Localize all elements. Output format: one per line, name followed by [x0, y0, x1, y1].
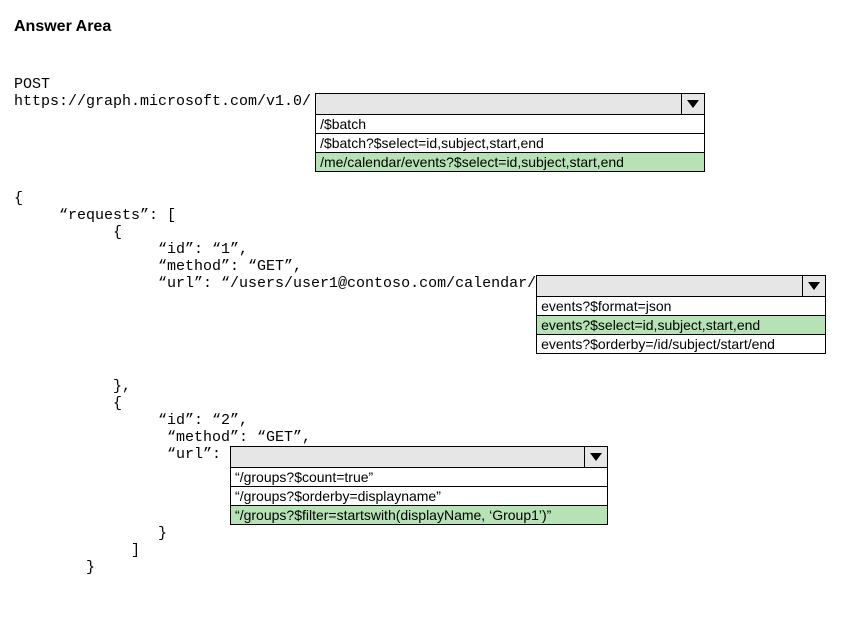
chevron-down-icon	[802, 276, 825, 296]
dropdown-option[interactable]: events?$select=id,subject,start,end	[537, 315, 825, 334]
dropdown-option[interactable]: /$batch?$select=id,subject,start,end	[316, 133, 704, 152]
chevron-down-icon	[584, 447, 607, 467]
dropdown-endpoint-2[interactable]: events?$format=jsonevents?$select=id,sub…	[536, 275, 826, 354]
code-line: }	[14, 559, 851, 576]
page-title: Answer Area	[14, 18, 851, 36]
code-line: “requests”: [	[14, 207, 851, 224]
post-label: POST	[14, 76, 851, 93]
dropdown-endpoint-1[interactable]: /$batch/$batch?$select=id,subject,start,…	[315, 93, 705, 172]
code-line: {	[14, 224, 851, 241]
dropdown-endpoint-3[interactable]: “/groups?$count=true”“/groups?$orderby=d…	[230, 446, 608, 525]
code-line: {	[14, 395, 851, 412]
dropdown-option[interactable]: “/groups?$filter=startswith(displayName,…	[231, 505, 607, 524]
dropdown-option[interactable]: events?$format=json	[537, 297, 825, 315]
dropdown-option[interactable]: events?$orderby=/id/subject/start/end	[537, 334, 825, 353]
code-line: {	[14, 190, 851, 207]
code-url2-prefix: “url”:	[14, 446, 230, 463]
base-url-text: https://graph.microsoft.com/v1.0/	[14, 93, 311, 110]
code-line: }	[14, 525, 851, 542]
dropdown-option[interactable]: “/groups?$orderby=displayname”	[231, 486, 607, 505]
dropdown-option[interactable]: “/groups?$count=true”	[231, 468, 607, 486]
code-url1-prefix: “url”: “/users/user1@contoso.com/calenda…	[14, 275, 536, 292]
code-line: “id”: “1”,	[14, 241, 851, 258]
chevron-down-icon	[681, 94, 704, 114]
dropdown-option[interactable]: /me/calendar/events?$select=id,subject,s…	[316, 152, 704, 171]
code-line: },	[14, 378, 851, 395]
code-line: “method”: “GET”,	[14, 258, 851, 275]
code-line: “method”: “GET”,	[14, 429, 851, 446]
code-line: “id”: “2”,	[14, 412, 851, 429]
code-line: ]	[14, 542, 851, 559]
dropdown-option[interactable]: /$batch	[316, 115, 704, 133]
